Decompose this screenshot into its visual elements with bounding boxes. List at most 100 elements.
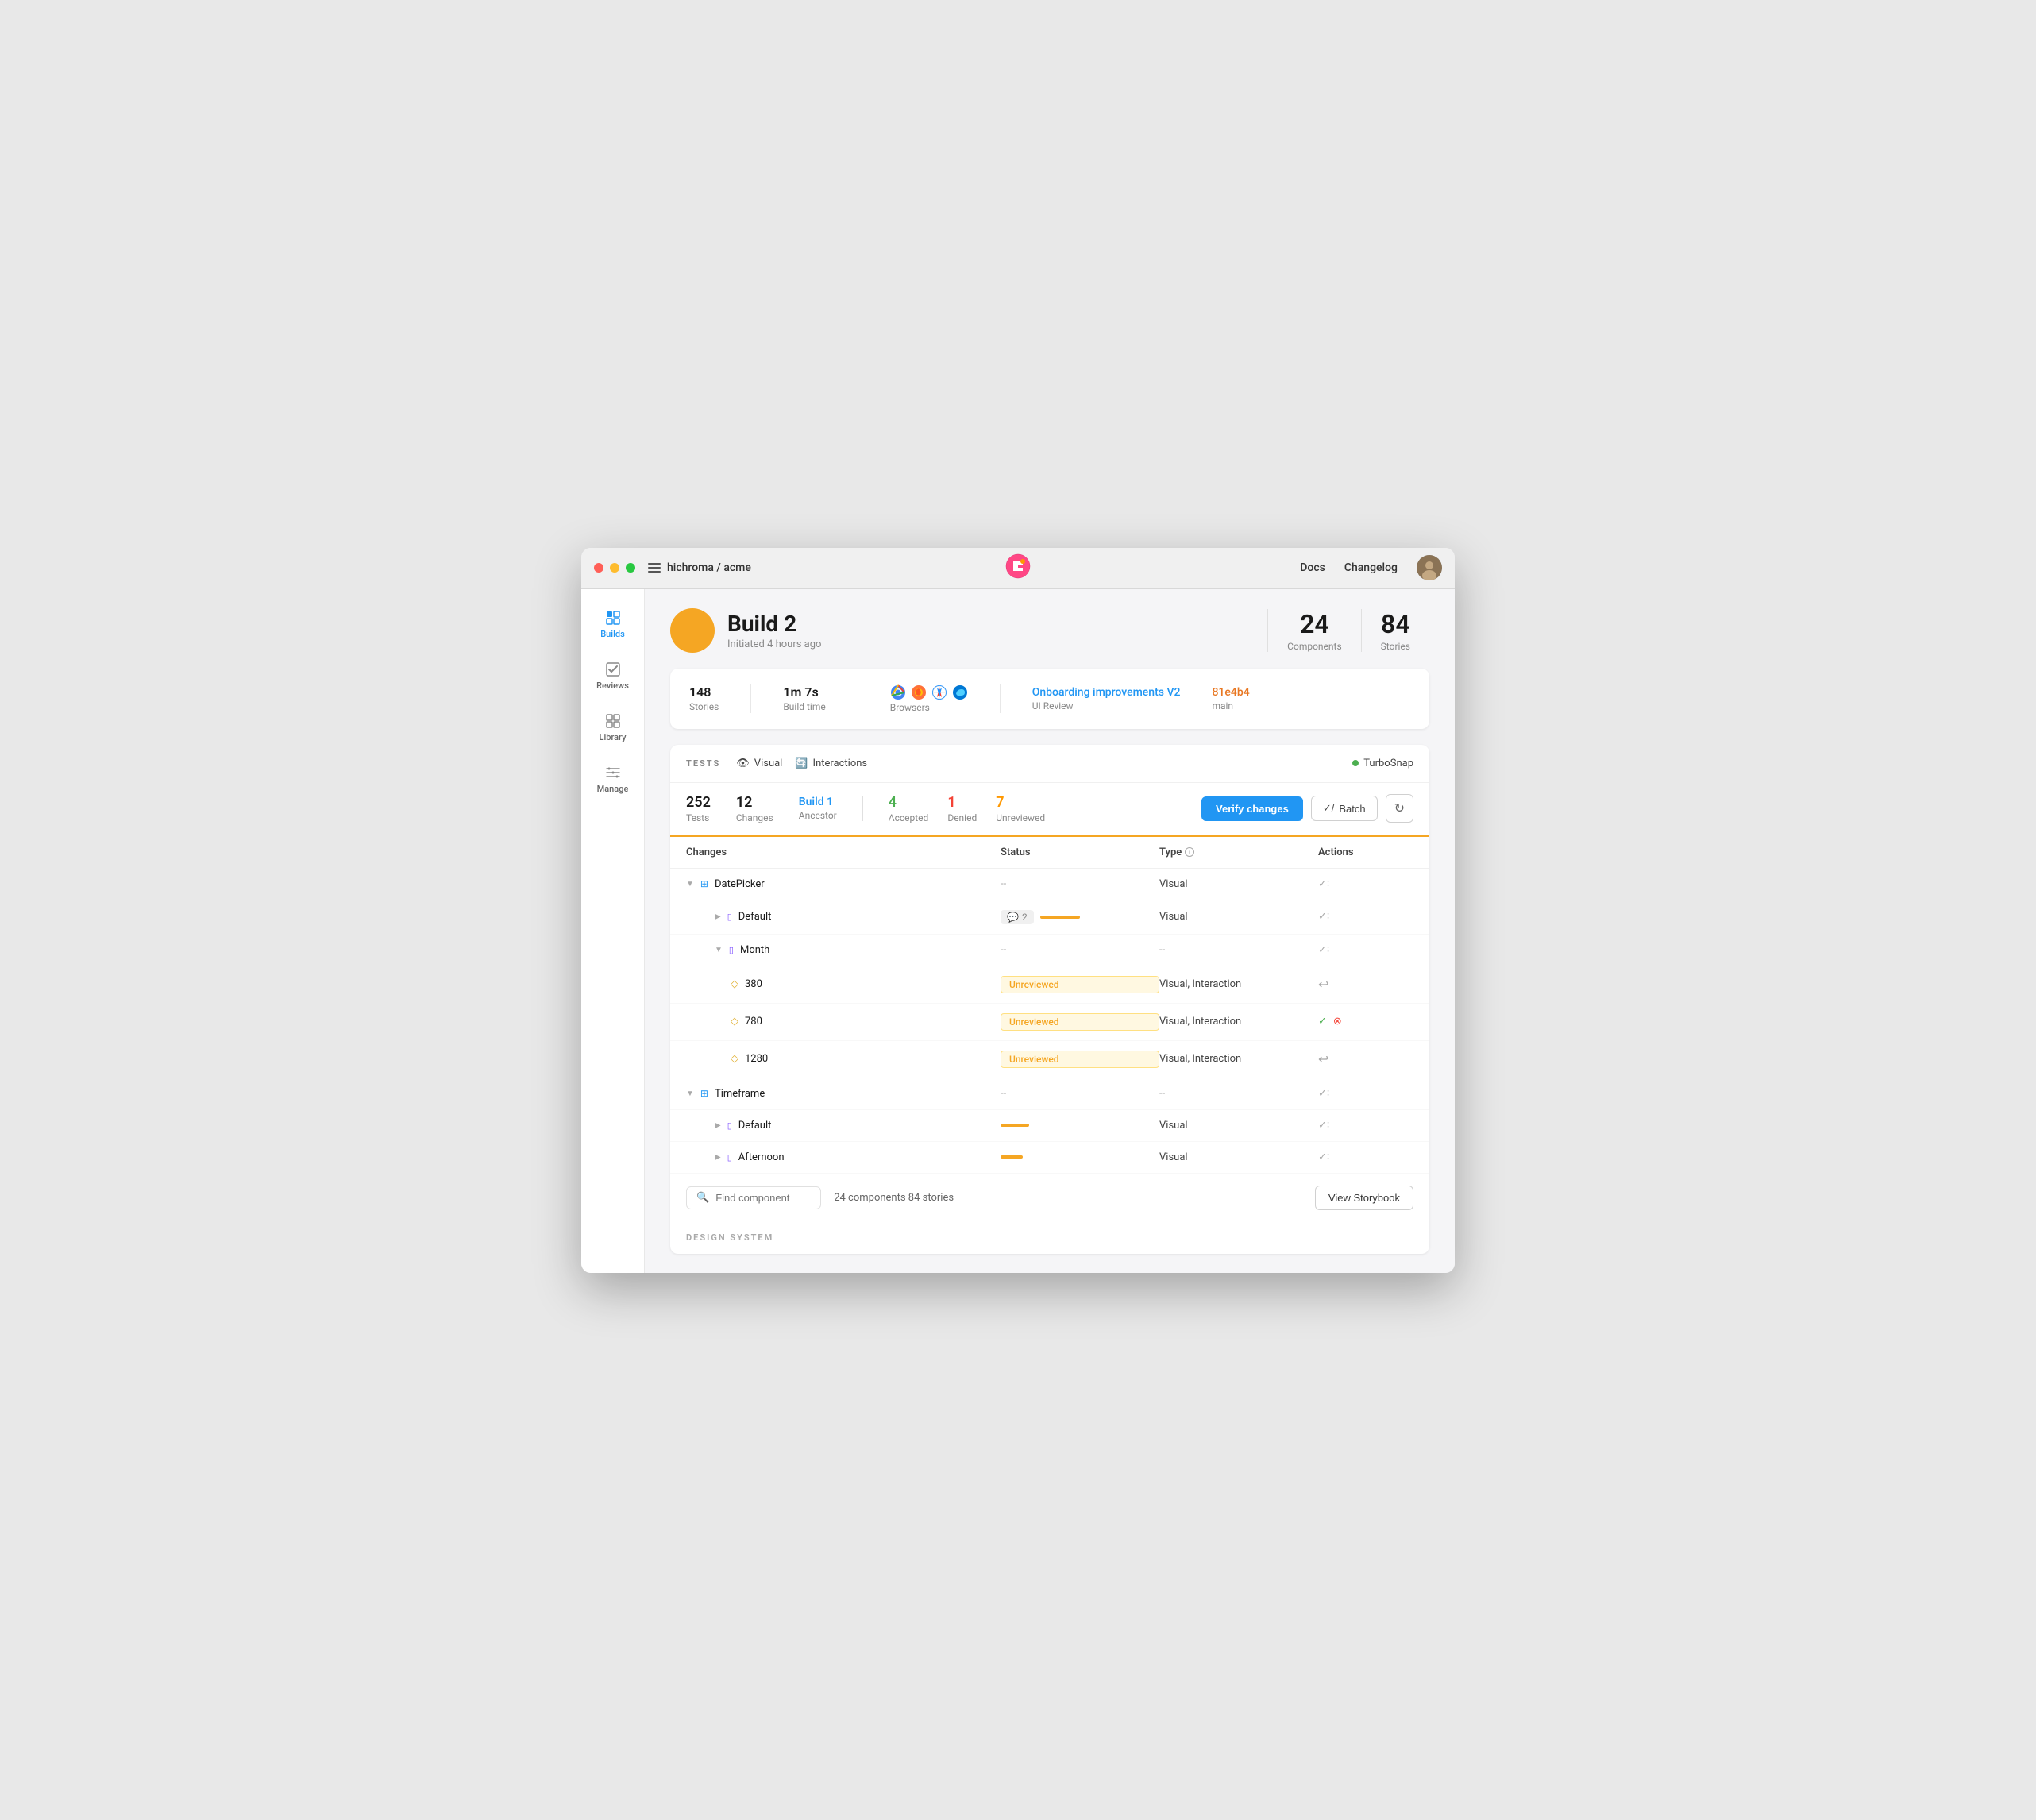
collapse-icon[interactable]: ▼ (686, 1089, 694, 1098)
info-divider-3 (1000, 684, 1001, 713)
branch-link[interactable]: Onboarding improvements V2 (1032, 686, 1181, 699)
sidebar-item-builds[interactable]: Builds (586, 602, 640, 647)
svg-text:i: i (1188, 849, 1190, 856)
edge-icon (952, 684, 968, 700)
visual-toggle[interactable]: 👁 Visual (736, 758, 782, 769)
type-visual: Visual (1159, 1151, 1318, 1163)
status-dash: -- (1001, 944, 1159, 956)
check-action[interactable]: ✓∶ (1318, 944, 1329, 956)
batch-button[interactable]: ✓/ Batch (1311, 796, 1378, 821)
story-icon: ▯ (727, 1152, 732, 1163)
table-row[interactable]: ◇ 380 Unreviewed Visual, Interaction ↩ (670, 966, 1429, 1004)
branch-sublabel: UI Review (1032, 700, 1181, 711)
turbosnap-label: TurboSnap (1363, 758, 1413, 769)
comment-count: 2 (1022, 912, 1028, 923)
row-name-780: ◇ 780 (686, 1016, 1001, 1028)
info-build-time-value: 1m 7s (783, 684, 825, 700)
table-row[interactable]: ▶ ▯ Default Visual ✓∶ (670, 1110, 1429, 1142)
unreviewed-badge: Unreviewed (1001, 976, 1159, 993)
build-stat-components: 24 Components (1267, 609, 1361, 652)
check-action[interactable]: ✓∶ (1318, 911, 1329, 923)
collapse-icon[interactable]: ▼ (686, 880, 694, 889)
metric-separator (862, 796, 863, 821)
row-name-month: ▼ ▯ Month (686, 944, 1001, 956)
tests-header: TESTS 👁 Visual 🔄 Interactions TurboSnap (670, 745, 1429, 783)
check-action[interactable]: ✓∶ (1318, 878, 1329, 890)
docs-link[interactable]: Docs (1300, 561, 1325, 574)
deny-action[interactable]: ⊗ (1333, 1016, 1342, 1028)
builds-icon (605, 610, 621, 626)
search-input[interactable] (715, 1192, 811, 1204)
minimize-button[interactable] (610, 563, 619, 573)
accepted-count: 4 Accepted (889, 794, 929, 823)
change-bar (1001, 1155, 1023, 1159)
sidebar: Builds Reviews (581, 589, 645, 1273)
table-row[interactable]: ◇ 780 Unreviewed Visual, Interaction ✓ ⊗ (670, 1004, 1429, 1041)
avatar[interactable] (1417, 555, 1442, 580)
sidebar-item-reviews[interactable]: Reviews (586, 654, 640, 699)
table-header: Changes Status Type i Actions (670, 837, 1429, 869)
view-storybook-button[interactable]: View Storybook (1315, 1186, 1413, 1210)
actions-cell: ↩ (1318, 1051, 1413, 1066)
col-type: Type i (1159, 846, 1318, 858)
interactions-toggle[interactable]: 🔄 Interactions (795, 758, 867, 769)
status-counts: 4 Accepted 1 Denied 7 Unreviewed (889, 794, 1045, 823)
actions-cell: ✓∶ (1318, 1120, 1413, 1132)
type-visual: Visual (1159, 1120, 1318, 1132)
traffic-lights (594, 563, 635, 573)
month-label: Month (740, 944, 769, 956)
accept-action[interactable]: ✓ (1318, 1016, 1327, 1028)
check-action[interactable]: ✓∶ (1318, 1120, 1329, 1132)
sidebar-item-library[interactable]: Library (586, 705, 640, 750)
changelog-link[interactable]: Changelog (1344, 561, 1398, 574)
component-icon: ⊞ (700, 1088, 708, 1099)
expand-icon[interactable]: ▶ (715, 912, 721, 921)
ancestor-link[interactable]: Build 1 (799, 796, 837, 808)
type-dash: -- (1159, 944, 1318, 956)
commit-link[interactable]: 81e4b4 (1212, 686, 1249, 699)
reviews-label: Reviews (596, 681, 629, 691)
manage-label: Manage (597, 784, 629, 794)
afternoon-label: Afternoon (738, 1151, 785, 1163)
changes-label: Changes (736, 812, 773, 823)
build-stats: 24 Components 84 Stories (1267, 609, 1429, 652)
status-bar (1001, 1124, 1159, 1127)
components-label: Components (1287, 641, 1342, 652)
unreviewed-count: 7 Unreviewed (996, 794, 1045, 823)
build-stat-stories: 84 Stories (1361, 609, 1429, 652)
verify-button[interactable]: Verify changes (1201, 796, 1303, 821)
denied-count: 1 Denied (947, 794, 977, 823)
change-bar (1040, 916, 1080, 919)
tests-title: TESTS (686, 758, 720, 769)
app-menu[interactable]: hichroma / acme (648, 561, 751, 574)
table-row[interactable]: ◇ 1280 Unreviewed Visual, Interaction ↩ (670, 1041, 1429, 1078)
type-visual-interaction: Visual, Interaction (1159, 1053, 1318, 1065)
changes-count: 12 (736, 794, 773, 811)
undo-action[interactable]: ↩ (1318, 977, 1328, 992)
actions-cell: ✓∶ (1318, 911, 1413, 923)
manage-icon (605, 765, 621, 781)
search-box[interactable]: 🔍 (686, 1186, 821, 1209)
expand-icon[interactable]: ▶ (715, 1121, 721, 1130)
status-bar: 💬 2 (1001, 910, 1159, 924)
info-build-time: 1m 7s Build time (783, 684, 825, 712)
refresh-button[interactable]: ↻ (1386, 794, 1413, 823)
undo-action[interactable]: ↩ (1318, 1051, 1328, 1066)
logo (1005, 553, 1031, 582)
sidebar-item-manage[interactable]: Manage (586, 757, 640, 802)
collapse-icon[interactable]: ▼ (715, 946, 723, 954)
table-row[interactable]: ▶ ▯ Afternoon Visual ✓∶ (670, 1142, 1429, 1174)
check-action[interactable]: ✓∶ (1318, 1088, 1329, 1100)
visual-label: Visual (754, 758, 783, 769)
test-metrics: 252 Tests 12 Changes Build 1 Ancestor (670, 783, 1429, 837)
table-row: ▼ ⊞ Timeframe -- -- ✓∶ (670, 1078, 1429, 1110)
denied-label: Denied (947, 812, 977, 823)
hamburger-icon[interactable] (648, 563, 661, 573)
expand-icon[interactable]: ▶ (715, 1153, 721, 1162)
close-button[interactable] (594, 563, 603, 573)
check-action[interactable]: ✓∶ (1318, 1151, 1329, 1163)
maximize-button[interactable] (626, 563, 635, 573)
table-row[interactable]: ▶ ▯ Default 💬 2 Visual (670, 900, 1429, 935)
safari-icon (931, 684, 947, 700)
stories-label: Stories (1381, 641, 1410, 652)
